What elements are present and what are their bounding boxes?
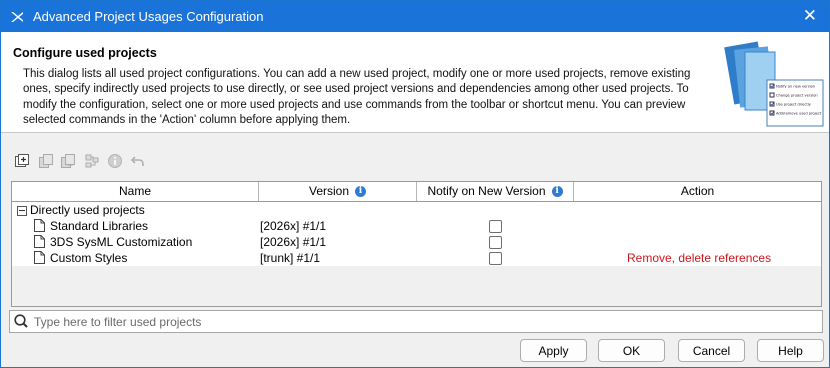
dialog-window: Advanced Project Usages Configuration ✕ … (0, 0, 830, 368)
header-description: This dialog lists all used project confi… (23, 68, 691, 126)
filter-box (9, 310, 823, 333)
used-projects-table: Name Version i Notify on New Version i Act… (11, 181, 822, 307)
project-version: [2026x] #1/1 (260, 235, 327, 249)
column-notify-label: Notify on New Version (427, 184, 546, 199)
project-document-icon (34, 251, 45, 264)
header-title: Configure used projects (13, 46, 157, 60)
art-label: Add/remove used project (776, 112, 822, 116)
column-header-notify[interactable]: Notify on New Version i (417, 182, 574, 201)
dialog-header: Configure used projects This dialog list… (1, 32, 829, 133)
notify-checkbox[interactable] (489, 252, 502, 265)
column-header-action[interactable]: Action (574, 182, 821, 201)
app-logo-icon (11, 12, 23, 22)
configuration-illustration-icon: Notify on new version Change project ver… (724, 41, 824, 127)
info-icon[interactable]: i (355, 186, 367, 198)
filter-input[interactable] (34, 311, 814, 332)
table-row[interactable]: 3DS SysML Customization [2026x] #1/1 (12, 234, 821, 250)
close-icon[interactable]: ✕ (803, 7, 817, 25)
column-action-label: Action (680, 184, 715, 199)
notify-checkbox[interactable] (489, 236, 502, 249)
collapse-icon[interactable] (17, 206, 27, 216)
project-action: Remove, delete references (627, 251, 772, 265)
notify-checkbox[interactable] (489, 220, 502, 233)
cancel-button[interactable]: Cancel (678, 339, 745, 362)
art-label: Notify on new version (776, 85, 815, 89)
use-directly-icon[interactable] (37, 152, 55, 170)
table-header: Name Version i Notify on New Version i Act… (12, 182, 821, 202)
apply-button[interactable]: Apply (520, 339, 587, 362)
title-bar[interactable]: Advanced Project Usages Configuration ✕ (1, 1, 829, 32)
project-version: [2026x] #1/1 (260, 219, 327, 233)
project-name: Custom Styles (50, 251, 128, 265)
undo-icon[interactable] (129, 152, 147, 170)
art-label: Change project version (776, 94, 818, 98)
project-document-icon (34, 219, 45, 232)
table-row[interactable]: Standard Libraries [2026x] #1/1 (12, 218, 821, 234)
search-icon (14, 314, 28, 328)
group-row[interactable]: Directly used projects (12, 202, 821, 218)
art-label: Use project directly (776, 103, 812, 107)
project-document-icon (34, 235, 45, 248)
window-title: Advanced Project Usages Configuration (33, 9, 264, 24)
info-icon[interactable]: i (551, 186, 563, 198)
project-name: Standard Libraries (50, 219, 149, 233)
info-icon[interactable] (106, 152, 124, 170)
column-name-label: Name (118, 184, 151, 199)
help-button[interactable]: Help (757, 339, 824, 362)
add-used-project-icon[interactable] (13, 152, 31, 170)
column-header-version[interactable]: Version i (259, 182, 417, 201)
dependencies-icon[interactable] (83, 152, 101, 170)
project-version: [trunk] #1/1 (260, 251, 321, 265)
group-label: Directly used projects (30, 203, 145, 217)
ok-button[interactable]: OK (598, 339, 665, 362)
table-row[interactable]: Custom Styles [trunk] #1/1 Remove, delet… (12, 250, 821, 266)
change-version-icon[interactable] (59, 152, 77, 170)
column-header-name[interactable]: Name (12, 182, 259, 201)
project-name: 3DS SysML Customization (50, 235, 193, 249)
column-version-label: Version (308, 184, 350, 199)
